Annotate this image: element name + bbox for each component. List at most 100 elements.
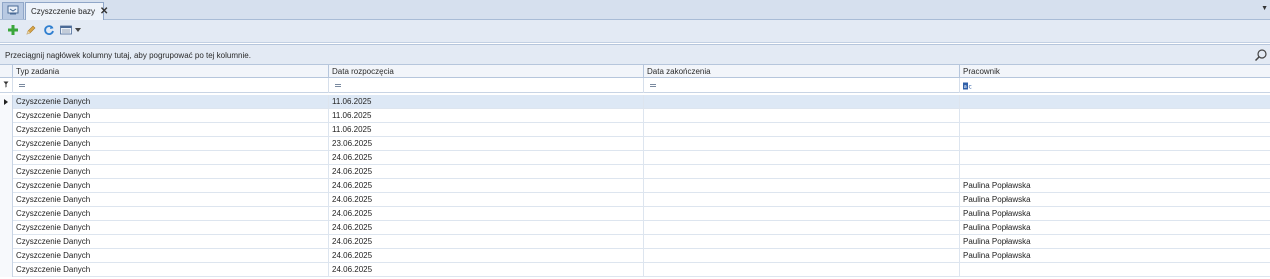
cell-typ-zadania[interactable]: Czyszczenie Danych <box>13 123 329 137</box>
cell-pracownik[interactable]: Paulina Popławska <box>960 193 1270 207</box>
filter-pracownik[interactable]: a c <box>960 78 1270 93</box>
refresh-button[interactable] <box>42 24 56 38</box>
cell-data-rozpoczecia[interactable]: 24.06.2025 <box>329 207 644 221</box>
table-row[interactable]: Czyszczenie Danych 24.06.2025 Paulina Popł… <box>0 249 1270 263</box>
cell-data-rozpoczecia[interactable]: 24.06.2025 <box>329 235 644 249</box>
table-row[interactable]: Czyszczenie Danych 24.06.2025 Paulina Popł… <box>0 235 1270 249</box>
cell-data-zakonczenia[interactable] <box>644 137 960 151</box>
cell-data-rozpoczecia[interactable]: 24.06.2025 <box>329 179 644 193</box>
table-row[interactable]: Czyszczenie Danych 11.06.2025 <box>0 109 1270 123</box>
cell-typ-zadania[interactable]: Czyszczenie Danych <box>13 207 329 221</box>
cell-data-zakonczenia[interactable] <box>644 123 960 137</box>
filter-typ-zadania[interactable] <box>13 78 329 93</box>
toolbar <box>0 20 1270 43</box>
cell-typ-zadania[interactable]: Czyszczenie Danych <box>13 109 329 123</box>
table-row[interactable]: Czyszczenie Danych 24.06.2025 Paulina Popł… <box>0 221 1270 235</box>
cell-pracownik[interactable] <box>960 165 1270 179</box>
cell-typ-zadania[interactable]: Czyszczenie Danych <box>13 179 329 193</box>
cell-typ-zadania[interactable]: Czyszczenie Danych <box>13 151 329 165</box>
row-indicator[interactable] <box>0 95 13 109</box>
cell-typ-zadania[interactable]: Czyszczenie Danych <box>13 263 329 277</box>
row-indicator[interactable] <box>0 165 13 179</box>
row-indicator[interactable] <box>0 109 13 123</box>
row-indicator[interactable] <box>0 263 13 277</box>
cell-data-rozpoczecia[interactable]: 11.06.2025 <box>329 95 644 109</box>
table-row[interactable]: Czyszczenie Danych 24.06.2025 <box>0 165 1270 179</box>
edit-button[interactable] <box>24 24 38 38</box>
cell-data-zakonczenia[interactable] <box>644 165 960 179</box>
cell-data-rozpoczecia[interactable]: 23.06.2025 <box>329 137 644 151</box>
row-indicator[interactable] <box>0 123 13 137</box>
cell-data-rozpoczecia[interactable]: 11.06.2025 <box>329 109 644 123</box>
cell-data-zakonczenia[interactable] <box>644 179 960 193</box>
cell-pracownik[interactable] <box>960 151 1270 165</box>
table-row[interactable]: Czyszczenie Danych 11.06.2025 <box>0 95 1270 109</box>
add-button[interactable] <box>6 24 20 38</box>
filter-data-zakonczenia[interactable] <box>644 78 960 93</box>
close-icon[interactable]: ✕ <box>100 6 108 17</box>
tab-menu-dropdown-icon[interactable]: ▼ <box>1261 5 1268 12</box>
cell-pracownik[interactable]: Paulina Popławska <box>960 179 1270 193</box>
cell-data-zakonczenia[interactable] <box>644 193 960 207</box>
cell-data-rozpoczecia[interactable]: 11.06.2025 <box>329 123 644 137</box>
cell-data-zakonczenia[interactable] <box>644 207 960 221</box>
table-row[interactable]: Czyszczenie Danych 24.06.2025 <box>0 151 1270 165</box>
filter-data-rozpoczecia[interactable] <box>329 78 644 93</box>
cell-typ-zadania[interactable]: Czyszczenie Danych <box>13 137 329 151</box>
cell-data-rozpoczecia[interactable]: 24.06.2025 <box>329 193 644 207</box>
row-indicator[interactable] <box>0 249 13 263</box>
row-indicator[interactable] <box>0 207 13 221</box>
column-header-data-rozpoczecia[interactable]: Data rozpoczęcia <box>329 65 644 78</box>
view-button[interactable] <box>59 24 73 38</box>
group-panel-hint: Przeciągnij nagłówek kolumny tutaj, aby … <box>5 51 251 60</box>
row-indicator[interactable] <box>0 193 13 207</box>
cell-typ-zadania[interactable]: Czyszczenie Danych <box>13 165 329 179</box>
cell-data-rozpoczecia[interactable]: 24.06.2025 <box>329 263 644 277</box>
cell-pracownik[interactable] <box>960 95 1270 109</box>
table-row[interactable]: Czyszczenie Danych 24.06.2025 Paulina Popł… <box>0 193 1270 207</box>
cell-pracownik[interactable] <box>960 123 1270 137</box>
cell-data-rozpoczecia[interactable]: 24.06.2025 <box>329 249 644 263</box>
table-row[interactable]: Czyszczenie Danych 24.06.2025 Paulina Popł… <box>0 179 1270 193</box>
row-indicator[interactable] <box>0 179 13 193</box>
row-indicator[interactable] <box>0 137 13 151</box>
cell-data-zakonczenia[interactable] <box>644 249 960 263</box>
cell-data-zakonczenia[interactable] <box>644 235 960 249</box>
column-header-pracownik[interactable]: Pracownik <box>960 65 1270 78</box>
svg-text:a: a <box>964 84 967 90</box>
cell-typ-zadania[interactable]: Czyszczenie Danych <box>13 235 329 249</box>
dropdown-arrow-icon[interactable] <box>75 28 81 32</box>
row-indicator[interactable] <box>0 221 13 235</box>
cell-data-zakonczenia[interactable] <box>644 151 960 165</box>
cell-pracownik[interactable]: Paulina Popławska <box>960 249 1270 263</box>
cell-pracownik[interactable]: Paulina Popławska <box>960 235 1270 249</box>
table-row[interactable]: Czyszczenie Danych 11.06.2025 <box>0 123 1270 137</box>
cell-data-zakonczenia[interactable] <box>644 263 960 277</box>
cell-pracownik[interactable]: Paulina Popławska <box>960 221 1270 235</box>
cell-data-rozpoczecia[interactable]: 24.06.2025 <box>329 165 644 179</box>
cell-typ-zadania[interactable]: Czyszczenie Danych <box>13 193 329 207</box>
column-header-typ-zadania[interactable]: Typ zadania <box>13 65 329 78</box>
cell-typ-zadania[interactable]: Czyszczenie Danych <box>13 249 329 263</box>
cell-data-zakonczenia[interactable] <box>644 221 960 235</box>
group-panel[interactable]: Przeciągnij nagłówek kolumny tutaj, aby … <box>0 44 1270 65</box>
cell-data-zakonczenia[interactable] <box>644 95 960 109</box>
table-row[interactable]: Czyszczenie Danych 24.06.2025 <box>0 263 1270 277</box>
table-row[interactable]: Czyszczenie Danych 24.06.2025 Paulina Popł… <box>0 207 1270 221</box>
column-header-data-zakonczenia[interactable]: Data zakończenia <box>644 65 960 78</box>
cell-typ-zadania[interactable]: Czyszczenie Danych <box>13 95 329 109</box>
cell-pracownik[interactable] <box>960 137 1270 151</box>
cell-data-rozpoczecia[interactable]: 24.06.2025 <box>329 221 644 235</box>
home-tab[interactable] <box>2 2 24 19</box>
cell-pracownik[interactable] <box>960 263 1270 277</box>
cell-data-zakonczenia[interactable] <box>644 109 960 123</box>
table-row[interactable]: Czyszczenie Danych 23.06.2025 <box>0 137 1270 151</box>
cell-pracownik[interactable]: Paulina Popławska <box>960 207 1270 221</box>
cell-data-rozpoczecia[interactable]: 24.06.2025 <box>329 151 644 165</box>
search-icon[interactable] <box>1254 48 1268 62</box>
cell-pracownik[interactable] <box>960 109 1270 123</box>
row-indicator[interactable] <box>0 151 13 165</box>
cell-typ-zadania[interactable]: Czyszczenie Danych <box>13 221 329 235</box>
row-indicator[interactable] <box>0 235 13 249</box>
tab-czyszczenie-bazy[interactable]: Czyszczenie bazy ✕ <box>25 2 108 20</box>
